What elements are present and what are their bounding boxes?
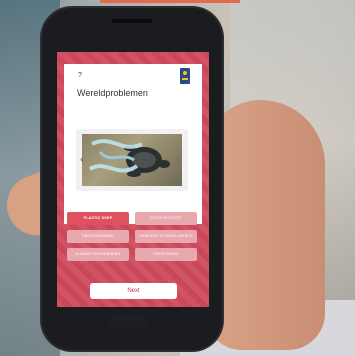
help-icon[interactable]: ? — [78, 72, 82, 79]
progress-badge-icon[interactable] — [180, 68, 190, 84]
turtle-illustration — [88, 139, 170, 177]
badge-dot — [183, 71, 187, 75]
page-title: Wereldproblemen — [77, 88, 148, 98]
home-button — [108, 315, 148, 329]
option-armoede-ongelijkheid[interactable]: ARMOEDE & ONGELIJKHEID — [135, 230, 197, 243]
option-plastic-soep[interactable]: PLASTIC SOEP — [67, 212, 129, 225]
option-energiearmoe[interactable]: ENERGIEARMOE — [67, 230, 129, 243]
phone-speaker — [112, 19, 152, 23]
background-accent — [100, 0, 240, 3]
chevron-left-icon[interactable]: ‹ — [80, 152, 84, 166]
turtle-in-plastic-image — [82, 134, 182, 186]
chevron-right-icon[interactable]: › — [176, 152, 180, 166]
badge-bar — [182, 78, 188, 80]
option-ontbossing[interactable]: ONTBOSSING — [135, 248, 197, 261]
next-button[interactable]: Next — [90, 283, 177, 299]
hand — [205, 100, 325, 350]
option-klimaatverandering[interactable]: KLIMAATVERANDERING — [67, 248, 129, 261]
option-biodiversiteit[interactable]: BIODIVERSITEIT — [135, 212, 197, 225]
